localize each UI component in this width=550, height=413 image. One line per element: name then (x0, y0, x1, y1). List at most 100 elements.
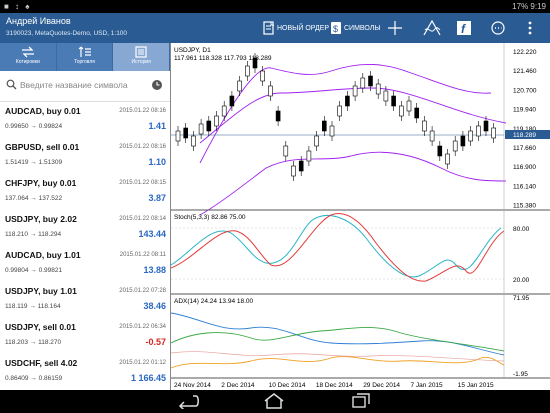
candle-body (198, 123, 204, 135)
candle-body (268, 85, 273, 97)
deal-title: USDJPY, sell 0.01 (5, 322, 76, 332)
new-order-icon (263, 21, 274, 35)
candle-body (260, 70, 265, 82)
deal-row[interactable]: USDJPY, buy 2.02 2015.01.22 08:14 118.21… (0, 210, 170, 247)
deal-time: 2015.01.22 07:28 (119, 288, 166, 294)
candle-body (291, 165, 296, 177)
indicators-icon (423, 20, 441, 36)
deal-prices: 0.86409 → 0.86159 (5, 375, 63, 382)
deal-row[interactable]: GBPUSD, sell 0.01 2015.01.22 08:16 1.514… (0, 138, 170, 175)
candle-body (460, 135, 466, 147)
deal-row[interactable]: USDJPY, buy 1.01 2015.01.22 07:28 118.11… (0, 282, 170, 319)
deal-row[interactable]: CHFJPY, buy 0.01 2015.01.22 08:15 137.06… (0, 174, 170, 211)
overflow-menu-button[interactable] (527, 13, 535, 43)
stochastic-window: Stoch(5,3,3) 82.86 75.00 80.00 20.00 (170, 211, 530, 293)
candle-body (229, 95, 235, 107)
deal-prices: 1.51419 → 1.51309 (5, 159, 63, 166)
candle-body (445, 153, 450, 165)
deal-row[interactable]: USDCHF, sell 4.02 2015.01.22 01:12 0.864… (0, 354, 170, 391)
candle-body (391, 95, 396, 107)
quotes-icon (21, 46, 34, 58)
candle-body (175, 130, 181, 142)
candle-body (214, 115, 219, 127)
candle-body (399, 105, 404, 117)
deal-prices: 118.210 → 118.294 (5, 231, 62, 238)
tab-quotes[interactable]: Котировки (0, 43, 57, 71)
deal-prices: 118.119 → 118.164 (5, 303, 61, 310)
status-bar: ■ ↕ ♠ 17% 9:19 (0, 0, 550, 13)
user-name[interactable]: Андрей Иванов (6, 16, 71, 26)
new-order-button[interactable]: НОВЫЙ ОРДЕР (263, 13, 329, 43)
overflow-menu-icon (528, 21, 532, 35)
home-icon[interactable] (262, 393, 286, 409)
candle-body (437, 145, 443, 157)
price-chart[interactable]: USDJPY, D1 117.961 118.328 117.793 118.2… (170, 43, 550, 390)
deal-time: 2015.01.22 08:16 (119, 144, 166, 150)
recent-apps-icon[interactable] (350, 393, 372, 409)
chat-icon (491, 21, 505, 35)
envelope-lower-line (199, 151, 507, 216)
price-axis-label: 116.900 (513, 164, 536, 171)
svg-text:$: $ (333, 24, 338, 34)
history-panel: Котировки Торговля История Введите назва… (0, 43, 171, 391)
deal-profit: 1.10 (148, 157, 166, 167)
candle-body (298, 160, 304, 172)
deal-title: USDJPY, buy 1.01 (5, 286, 77, 296)
deal-title: GBPUSD, sell 0.01 (5, 142, 80, 152)
envelope-upper-line (199, 64, 492, 164)
price-axis-label: 121.460 (513, 68, 537, 75)
adx-label: ADX(14) 24.24 13.94 18.00 (174, 298, 254, 305)
candle-body (368, 75, 373, 87)
deal-prices: 0.99804 → 0.99821 (5, 267, 63, 274)
chat-button[interactable] (491, 13, 507, 43)
time-axis-label: 18 Dec 2014 (316, 382, 353, 389)
deal-profit: -0.57 (145, 337, 166, 347)
time-axis-label: 15 Jan 2015 (458, 382, 494, 389)
deal-prices: 0.99650 → 0.99824 (5, 123, 63, 130)
back-icon[interactable] (175, 393, 201, 409)
app-bar: Андрей Иванов 3190023, MetaQuotes-Demo, … (0, 13, 550, 43)
deal-title: CHFJPY, buy 0.01 (5, 178, 77, 188)
candle-body (345, 95, 350, 107)
deal-profit: 1.41 (148, 121, 166, 131)
candle-body (360, 77, 366, 89)
function-button[interactable]: f (456, 13, 474, 43)
tab-history[interactable]: История (113, 43, 171, 71)
deal-row[interactable]: AUDCAD, buy 1.01 2015.01.22 08:11 0.9980… (0, 246, 170, 283)
candle-body (329, 125, 335, 137)
candle-body (414, 107, 419, 119)
tab-label: Котировки (15, 59, 40, 65)
deal-title: USDCHF, sell 4.02 (5, 358, 78, 368)
indicators-button[interactable] (423, 13, 443, 43)
deal-profit: 1 166.45 (130, 373, 166, 383)
time-axis-label: 24 Nov 2014 (174, 382, 211, 389)
candle-body (183, 127, 188, 139)
history-period-icon[interactable] (151, 79, 163, 91)
deal-time: 2015.01.22 08:16 (119, 108, 166, 114)
deal-row[interactable]: USDJPY, sell 0.01 2015.01.22 06:34 118.2… (0, 318, 170, 355)
deal-row[interactable]: AUDCAD, buy 0.01 2015.01.22 08:16 0.9965… (0, 102, 170, 139)
candle-body (483, 120, 489, 132)
candle-body (252, 57, 258, 69)
candle-body (375, 83, 381, 95)
candle-body (206, 120, 212, 132)
candle-body (406, 100, 412, 112)
search-input[interactable]: Введите название символа (6, 77, 160, 93)
candle-body (491, 127, 497, 139)
deal-profit: 13.88 (143, 265, 166, 275)
stochastic-signal-line (170, 213, 505, 282)
candle-body (452, 140, 458, 152)
time-axis-label: 29 Dec 2014 (363, 382, 400, 389)
candle-body (275, 110, 281, 122)
deal-prices: 137.064 → 137.522 (5, 195, 63, 202)
crosshair-button[interactable] (387, 13, 405, 43)
adx-main-line (170, 312, 505, 356)
adx-level-line (170, 351, 505, 362)
current-price-value: 118.289 (513, 132, 536, 139)
tab-trade[interactable]: Торговля (57, 43, 114, 71)
candle-body (352, 85, 358, 97)
deal-profit: 38.46 (143, 301, 166, 311)
symbols-button[interactable]: $ СИМВОЛЫ (330, 13, 381, 43)
time-axis-label: 2 Dec 2014 (221, 382, 255, 389)
deal-profit: 143.44 (138, 229, 166, 239)
